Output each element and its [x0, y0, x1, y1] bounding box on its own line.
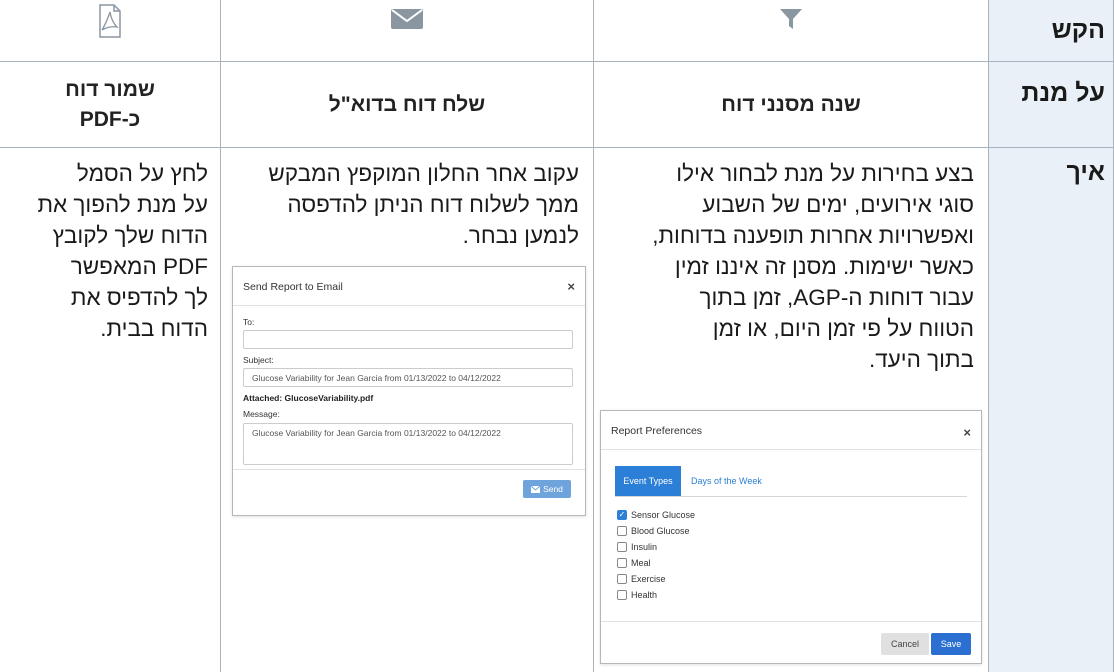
pdf-purpose-cell: שמור דוח כ-PDF [0, 62, 221, 148]
checkbox-checked-icon[interactable]: ✓ [617, 510, 627, 520]
dialog-title: Report Preferences [611, 425, 703, 437]
text-line: הדוח שלך לקובץ [52, 223, 208, 248]
checkbox-icon[interactable] [617, 526, 627, 536]
message-label: Message: [243, 409, 280, 419]
text-line: עקוב אחר החלון המוקפץ המבקש [268, 161, 579, 186]
email-purpose-cell: שלח דוח בדוא"ל [221, 62, 594, 148]
divider [233, 305, 585, 306]
checkbox-icon[interactable] [617, 558, 627, 568]
subject-label: Subject: [243, 355, 274, 365]
checkbox-label: Blood Glucose [631, 526, 690, 536]
attachment-label: Attached: GlucoseVariability.pdf [243, 393, 374, 403]
text-line: כאשר ישימות. מסנן זה איננו זמין [674, 254, 974, 279]
filter-icon[interactable] [778, 6, 804, 32]
divider [233, 469, 585, 470]
text-line: בצע בחירות על מנת לבחור אילו [676, 161, 974, 186]
row-header-purpose-label: על מנת [1021, 79, 1105, 107]
cancel-button[interactable]: Cancel [881, 633, 929, 655]
tab-underline [615, 496, 967, 497]
row-header-request: הקש [989, 0, 1114, 62]
subject-input[interactable]: Glucose Variability for Jean Garcia from… [243, 368, 573, 387]
tab-event-types[interactable]: Event Types [615, 466, 681, 496]
divider [601, 621, 981, 622]
filter-purpose-cell: שנה מסנני דוח [594, 62, 989, 148]
report-preferences-dialog: Report Preferences × Event Types Days of… [600, 410, 982, 664]
row-header-how-label: איך [1066, 158, 1105, 186]
close-icon[interactable]: × [567, 279, 575, 294]
instruction-table: הקש על מנת שנה מסנני דוח שלח דוח בדוא"ל … [0, 0, 1114, 672]
checkbox-meal[interactable]: Meal [617, 558, 651, 568]
tab-days-of-week[interactable]: Days of the Week [691, 466, 762, 496]
checkbox-label: Exercise [631, 574, 666, 584]
checkbox-label: Meal [631, 558, 651, 568]
checkbox-sensor-glucose[interactable]: ✓ Sensor Glucose [617, 510, 695, 520]
checkbox-icon[interactable] [617, 542, 627, 552]
text-line: ממך לשלוח דוח הניתן להדפסה [287, 192, 579, 217]
pdf-icon-cell [0, 0, 221, 62]
filter-how-text: בצע בחירות על מנת לבחור אילו סוגי אירועי… [652, 158, 974, 375]
checkbox-insulin[interactable]: Insulin [617, 542, 657, 552]
checkbox-label: Health [631, 590, 658, 600]
text-line: סוגי אירועים, ימים של השבוע [702, 192, 974, 217]
pdf-purpose-text-line1: שמור דוח [65, 77, 155, 101]
divider [601, 449, 981, 450]
email-icon-cell [221, 0, 594, 62]
checkbox-health[interactable]: Health [617, 590, 657, 600]
filter-purpose-text: שנה מסנני דוח [721, 92, 861, 116]
send-button-label: Send [543, 484, 563, 494]
dialog-title: Send Report to Email [243, 281, 343, 293]
pdf-how-text: לחץ על הסמל על מנת להפוך את הדוח שלך לקו… [37, 158, 208, 344]
text-line: לחץ על הסמל [76, 161, 208, 186]
text-line: עבור דוחות ה-AGP, זמן בתוך [699, 285, 974, 310]
checkbox-blood-glucose[interactable]: Blood Glucose [617, 526, 690, 536]
envelope-icon [531, 485, 541, 493]
envelope-icon[interactable] [389, 6, 425, 32]
filter-how-cell: בצע בחירות על מנת לבחור אילו סוגי אירועי… [594, 148, 989, 672]
checkbox-icon[interactable] [617, 574, 627, 584]
message-textarea[interactable]: Glucose Variability for Jean Garcia from… [243, 423, 573, 465]
close-icon[interactable]: × [963, 425, 971, 440]
email-purpose-text: שלח דוח בדוא"ל [328, 92, 486, 116]
send-button[interactable]: Send [523, 480, 571, 498]
text-line: הדוח בבית. [100, 316, 208, 341]
row-header-how: איך [989, 148, 1114, 672]
text-line: PDF המאפשר [70, 254, 208, 279]
email-how-cell: עקוב אחר החלון המוקפץ המבקש ממך לשלוח דו… [221, 148, 594, 672]
text-line: על מנת להפוך את [37, 192, 208, 217]
to-input[interactable] [243, 330, 573, 349]
pdf-icon[interactable] [98, 4, 122, 38]
text-line: הטווח על פי זמן היום, או זמן [712, 316, 974, 341]
to-label: To: [243, 317, 255, 327]
checkbox-label: Insulin [631, 542, 658, 552]
text-line: בתוך היעד. [868, 347, 974, 372]
text-line: ואפשרויות אחרות תופענה בדוחות, [652, 223, 974, 248]
filter-icon-cell [594, 0, 989, 62]
text-line: לך להדפיס את [70, 285, 208, 310]
checkbox-icon[interactable] [617, 590, 627, 600]
checkbox-exercise[interactable]: Exercise [617, 574, 666, 584]
send-report-email-dialog: Send Report to Email × To: Subject: Gluc… [232, 266, 586, 516]
save-button[interactable]: Save [931, 633, 971, 655]
checkbox-label: Sensor Glucose [631, 510, 696, 520]
row-header-purpose: על מנת [989, 62, 1114, 148]
email-how-text: עקוב אחר החלון המוקפץ המבקש ממך לשלוח דו… [268, 158, 579, 251]
text-line: לנמען נבחר. [462, 223, 579, 248]
pdf-how-cell: לחץ על הסמל על מנת להפוך את הדוח שלך לקו… [0, 148, 221, 672]
pdf-purpose-text-line2: כ-PDF [79, 107, 141, 131]
row-header-request-label: הקש [1051, 16, 1105, 44]
